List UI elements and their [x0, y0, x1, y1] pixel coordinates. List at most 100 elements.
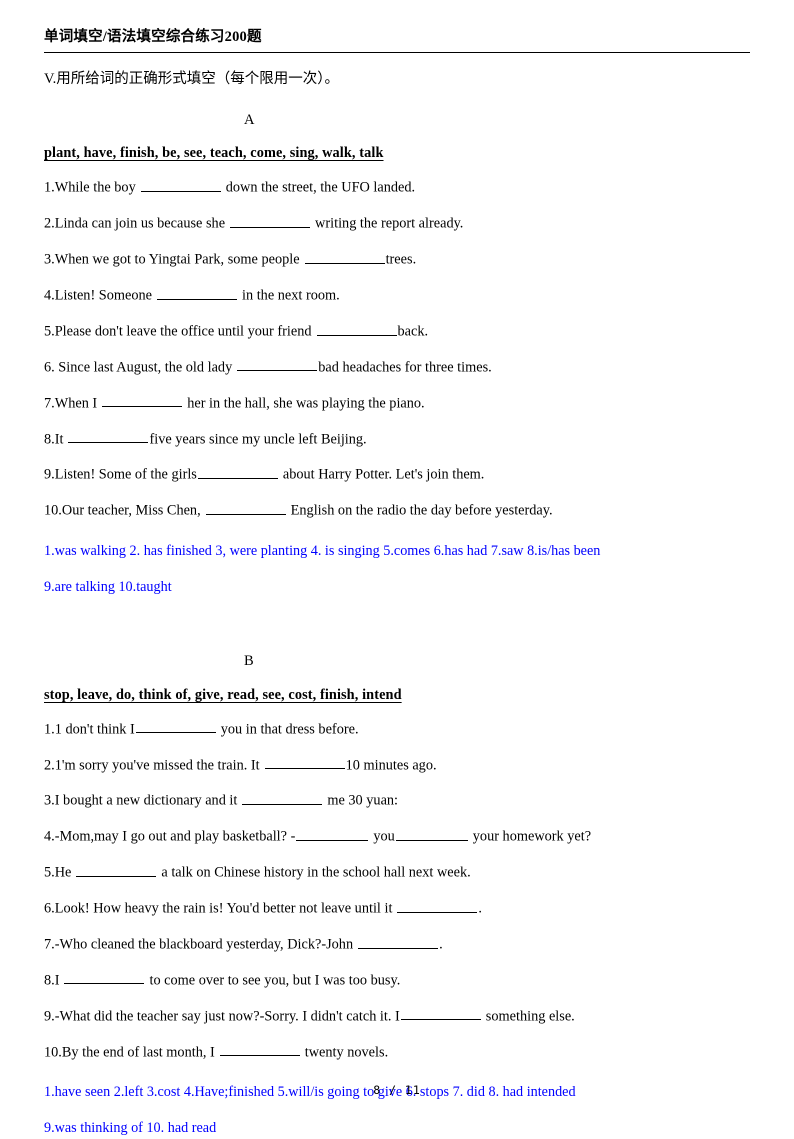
question-text: 7.When I — [44, 395, 98, 412]
question-item: 5.Please don't leave the office until yo… — [44, 321, 750, 342]
section-a: A plant, have, finish, be, see, teach, c… — [44, 110, 750, 597]
question-item: 7.When I her in the hall, she was playing… — [44, 393, 750, 414]
answer-blank[interactable] — [140, 177, 221, 193]
question-item: 9.-What did the teacher say just now?-So… — [44, 1006, 750, 1027]
question-item: 9.Listen! Some of the girls about Harry P… — [44, 464, 750, 485]
question-text: 8.It — [44, 431, 64, 448]
question-text-tail: back. — [397, 323, 429, 340]
question-text-tail: English on the radio the day before yest… — [290, 502, 553, 519]
question-text: 6.Look! How heavy the rain is! You'd bet… — [44, 900, 393, 917]
question-item: 10.Our teacher, Miss Chen, English on the… — [44, 500, 750, 521]
page-footer: 8 / 11 — [0, 1083, 794, 1097]
question-text: 7.-Who cleaned the blackboard yesterday,… — [44, 936, 354, 953]
question-item: 1.While the boy down the street, the UFO … — [44, 177, 750, 198]
question-text-tail: 10 minutes ago. — [345, 757, 437, 774]
answer-blank[interactable] — [395, 826, 468, 841]
section-a-questions: 1.While the boy down the street, the UFO … — [44, 177, 750, 521]
question-text-tail: five years since my uncle left Beijing. — [149, 431, 367, 448]
question-item: 2.1'm sorry you've missed the train. It 1… — [44, 755, 750, 776]
section-b: B stop, leave, do, think of, give, read,… — [44, 651, 750, 1138]
question-text: 3.I bought a new dictionary and it — [44, 793, 238, 809]
question-item: 1.1 don't think I you in that dress befor… — [44, 719, 750, 740]
question-text-tail: your homework yet? — [472, 828, 592, 845]
question-text-tail: to come over to see you, but I was too b… — [149, 972, 401, 989]
question-text-tail: about Harry Potter. Let's join them. — [282, 467, 485, 484]
answer-line: 9.are talking 10.taught — [44, 578, 172, 595]
answer-blank[interactable] — [400, 1006, 481, 1021]
question-text: 10.By the end of last month, I — [44, 1044, 215, 1061]
document-page: 单词填空/语法填空综合练习200题 V.用所给词的正确形式填空（每个限用一次）。… — [0, 0, 794, 1136]
question-item: 4.-Mom,may I go out and play basketball?… — [44, 826, 750, 847]
answer-blank[interactable] — [304, 249, 385, 264]
question-item: 8.I to come over to see you, but I was to… — [44, 970, 750, 991]
question-text: 4.Listen! Someone — [44, 287, 153, 304]
question-text: 1.1 don't think I — [44, 721, 135, 738]
question-text: 4.-Mom,may I go out and play basketball?… — [44, 828, 296, 845]
question-text: 2.Linda can join us because she — [44, 215, 226, 232]
answer-blank[interactable] — [316, 321, 397, 336]
question-item: 5.He a talk on Chinese history in the sch… — [44, 862, 750, 883]
section-b-questions: 1.1 don't think I you in that dress befor… — [44, 719, 750, 1063]
section-b-letter: B — [244, 653, 254, 670]
answer-blank[interactable] — [397, 898, 478, 913]
question-text-tail: something else. — [485, 1008, 575, 1025]
question-text-tail: bad headaches for three times. — [318, 359, 492, 376]
question-text-tail: down the street, the UFO landed. — [225, 180, 416, 197]
answer-blank[interactable] — [296, 826, 369, 841]
question-text: 10.Our teacher, Miss Chen, — [44, 502, 201, 519]
question-text-tail: . — [439, 936, 443, 953]
document-header: 单词填空/语法填空综合练习200题 — [44, 0, 750, 54]
question-text: 9.Listen! Some of the girls — [44, 467, 197, 484]
question-text-tail: . — [478, 900, 482, 917]
answer-blank[interactable] — [76, 862, 157, 877]
answer-blank[interactable] — [242, 790, 323, 805]
exercise-instruction: V.用所给词的正确形式填空（每个限用一次）。 — [44, 71, 339, 88]
answer-blank[interactable] — [157, 285, 238, 300]
question-text: 5.He — [44, 864, 72, 881]
question-text-tail: a talk on Chinese history in the school … — [161, 864, 471, 881]
question-item: 10.By the end of last month, I twenty nov… — [44, 1042, 750, 1063]
question-item: 6.Look! How heavy the rain is! You'd bet… — [44, 898, 750, 919]
answer-blank[interactable] — [102, 393, 183, 408]
question-text: 8.I — [44, 972, 60, 989]
question-text-tail: you in that dress before. — [220, 721, 359, 738]
question-text-tail: in the next room. — [242, 287, 340, 304]
answer-line: 1.was walking 2. has finished 3, were pl… — [44, 543, 601, 560]
question-item: 2.Linda can join us because she writing t… — [44, 213, 750, 234]
page-title: 单词填空/语法填空综合练习200题 — [44, 29, 262, 45]
question-text: 1.While the boy — [44, 180, 136, 197]
question-text-tail: writing the report already. — [315, 215, 464, 232]
answer-blank[interactable] — [135, 719, 216, 734]
answer-blank[interactable] — [205, 500, 286, 515]
question-text: 9.-What did the teacher say just now?-So… — [44, 1008, 400, 1025]
question-text: 3.When we got to Yingtai Park, some peop… — [44, 251, 300, 268]
question-text-tail: twenty novels. — [304, 1044, 389, 1061]
answer-blank[interactable] — [264, 755, 345, 770]
question-text-tail: trees. — [385, 251, 417, 268]
answer-blank[interactable] — [197, 464, 278, 480]
answer-blank[interactable] — [237, 357, 318, 372]
answer-blank[interactable] — [64, 970, 145, 985]
question-text: 6. Since last August, the old lady — [44, 359, 233, 376]
page-number: 8 / 11 — [373, 1083, 421, 1097]
question-text-tail: me 30 yuan: — [327, 793, 399, 809]
answer-blank[interactable] — [68, 429, 149, 444]
question-text: 2.1'm sorry you've missed the train. It — [44, 757, 260, 774]
question-item: 8.It five years since my uncle left Beiji… — [44, 429, 750, 450]
section-b-wordbank: stop, leave, do, think of, give, read, s… — [44, 686, 402, 703]
question-item: 3.I bought a new dictionary and it me 30 … — [44, 790, 750, 811]
section-a-answers: 1.was walking 2. has finished 3, were pl… — [44, 541, 750, 597]
question-item: 7.-Who cleaned the blackboard yesterday,… — [44, 934, 750, 955]
answer-blank[interactable] — [219, 1042, 300, 1057]
question-item: 6. Since last August, the old lady bad he… — [44, 357, 750, 378]
answer-blank[interactable] — [230, 213, 311, 228]
answer-blank[interactable] — [358, 934, 439, 949]
question-text: 5.Please don't leave the office until yo… — [44, 323, 312, 340]
answer-line: 9.was thinking of 10. had read — [44, 1120, 217, 1137]
section-a-letter: A — [244, 112, 255, 129]
header-divider — [44, 52, 750, 54]
question-text-middle: you — [373, 828, 395, 845]
section-a-wordbank: plant, have, finish, be, see, teach, com… — [44, 145, 384, 162]
question-item: 4.Listen! Someone in the next room. — [44, 285, 750, 306]
